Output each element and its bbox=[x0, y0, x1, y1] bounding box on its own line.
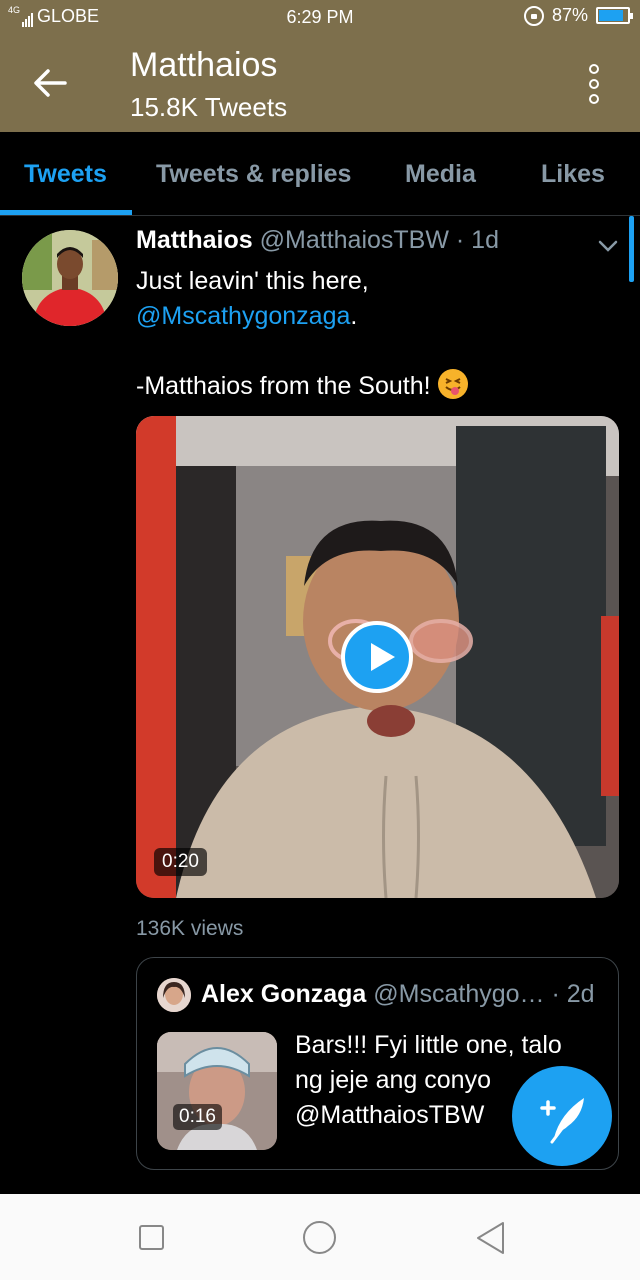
status-right: 87% bbox=[523, 5, 633, 26]
tweet-text-line: Just leavin' this here, bbox=[136, 267, 369, 295]
video-player[interactable]: 0:20 bbox=[136, 416, 619, 898]
squinting-tongue-face-emoji bbox=[437, 369, 468, 399]
author-handle[interactable]: @MatthaiosTBW bbox=[260, 226, 449, 254]
tweet-text: Just leavin' this here, @Mscathygonzaga.… bbox=[136, 264, 468, 404]
tab-likes[interactable]: Likes bbox=[541, 160, 605, 189]
view-count: 136K views bbox=[136, 917, 244, 940]
status-bar: 4G GLOBE 6:29 PM 87% bbox=[0, 0, 640, 34]
system-navigation-bar bbox=[0, 1194, 640, 1280]
tweet-time: 1d bbox=[471, 226, 499, 254]
play-button[interactable] bbox=[341, 621, 413, 693]
compose-feather-icon bbox=[540, 1098, 584, 1144]
avatar[interactable] bbox=[22, 230, 118, 326]
recent-apps-button[interactable] bbox=[132, 1218, 172, 1258]
video-duration: 0:20 bbox=[154, 848, 207, 876]
system-back-button[interactable] bbox=[470, 1218, 510, 1258]
compose-tweet-button[interactable] bbox=[512, 1066, 612, 1166]
tweet-menu-button[interactable] bbox=[597, 238, 619, 254]
quoted-video-duration: 0:16 bbox=[173, 1104, 222, 1130]
more-vertical-icon bbox=[589, 64, 599, 74]
chevron-down-icon bbox=[598, 240, 618, 252]
scrollbar[interactable] bbox=[629, 216, 634, 282]
battery-level bbox=[599, 10, 624, 21]
tweet-text-line: -Matthaios from the South! bbox=[136, 372, 431, 400]
quoted-text-line: Bars!!! Fyi little one, talo bbox=[295, 1031, 562, 1059]
tab-media[interactable]: Media bbox=[405, 160, 476, 189]
tweet-count: 15.8K Tweets bbox=[130, 92, 288, 122]
quoted-avatar[interactable] bbox=[157, 978, 191, 1012]
quoted-time: 2d bbox=[566, 980, 595, 1008]
avatar-image bbox=[22, 230, 118, 326]
square-icon bbox=[139, 1225, 164, 1250]
rotation-lock-icon bbox=[523, 5, 544, 26]
time-separator: · bbox=[544, 980, 567, 1008]
tab-tweets[interactable]: Tweets bbox=[24, 160, 107, 189]
quoted-author-name[interactable]: Alex Gonzaga bbox=[201, 980, 366, 1008]
quoted-author-handle[interactable]: @Mscathygo… bbox=[373, 980, 544, 1008]
home-button[interactable] bbox=[300, 1218, 340, 1258]
tab-tweets-replies[interactable]: Tweets & replies bbox=[156, 160, 351, 189]
battery-percent: 87% bbox=[551, 5, 588, 25]
active-tab-indicator bbox=[0, 210, 132, 215]
profile-tabs: Tweets Tweets & replies Media Likes bbox=[0, 132, 640, 216]
twitter-profile-screen: 4G GLOBE 6:29 PM 87% Matthaios 15.8K Twe… bbox=[0, 0, 640, 1280]
profile-header: Matthaios 15.8K Tweets bbox=[0, 34, 640, 132]
circle-icon bbox=[303, 1221, 336, 1254]
more-options-button[interactable] bbox=[574, 60, 614, 108]
page-title: Matthaios bbox=[130, 46, 278, 84]
tweet-header: Matthaios @MatthaiosTBW · 1d bbox=[136, 226, 499, 255]
arrow-left-icon bbox=[34, 69, 67, 97]
back-button[interactable] bbox=[22, 58, 78, 108]
quoted-header: Alex Gonzaga @Mscathygo… · 2d bbox=[201, 980, 595, 1009]
author-name[interactable]: Matthaios bbox=[136, 226, 253, 254]
time-separator: · bbox=[448, 226, 472, 254]
quoted-video-thumbnail[interactable]: 0:16 bbox=[157, 1032, 277, 1150]
mention-suffix: . bbox=[350, 302, 358, 330]
mention-link[interactable]: @Mscathygonzaga bbox=[136, 302, 350, 330]
triangle-back-icon bbox=[477, 1222, 504, 1254]
battery-icon bbox=[596, 7, 633, 24]
